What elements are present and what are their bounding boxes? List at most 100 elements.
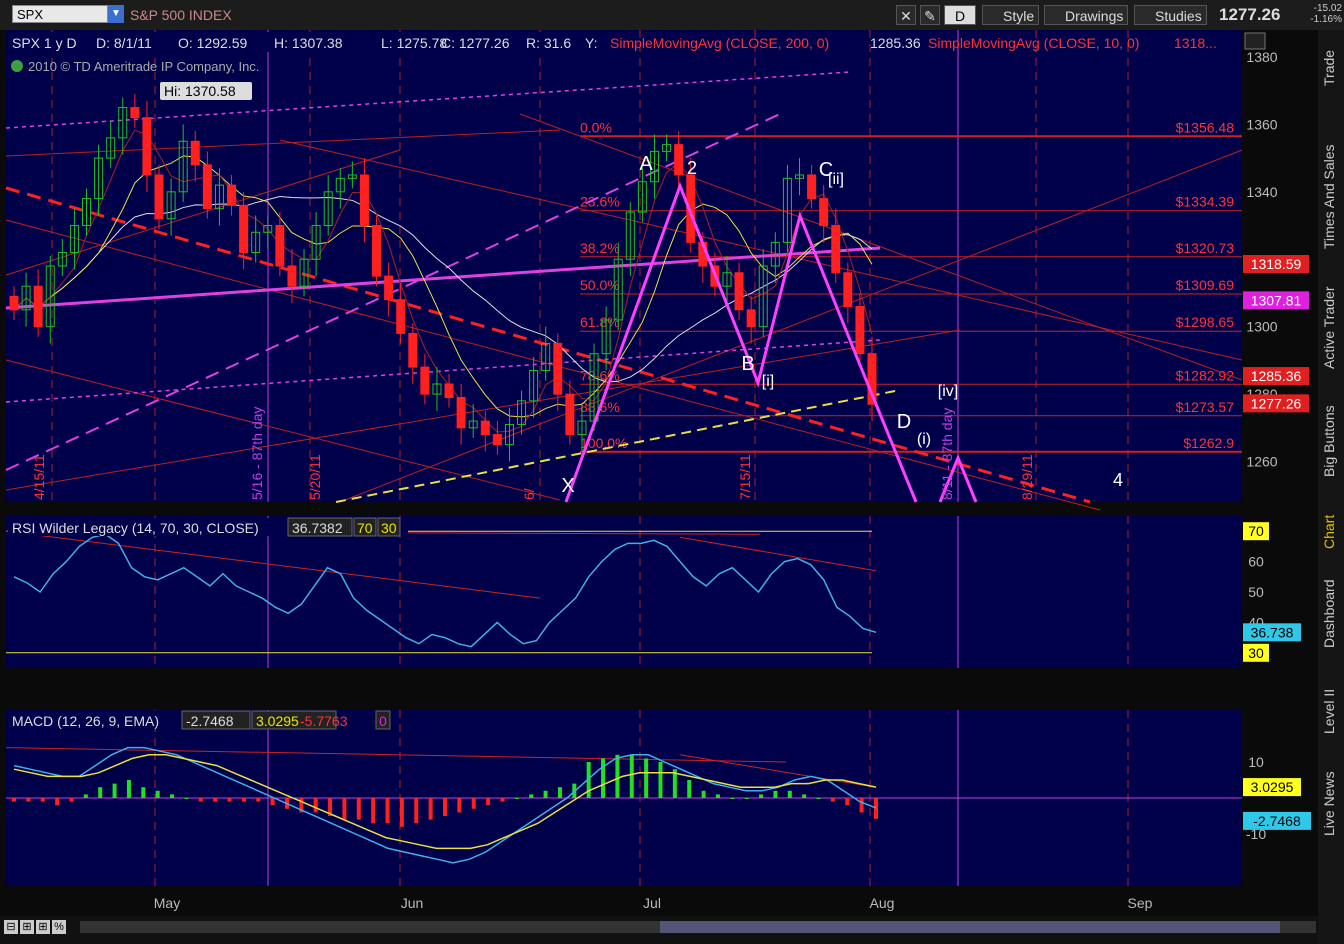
change-percent: -1.16%: [1310, 14, 1342, 25]
macd-label: MACD (12, 26, 9, EMA): [12, 713, 159, 729]
macd-histogram-bar: [443, 798, 447, 816]
rsi-label: RSI Wilder Legacy (14, 70, 30, CLOSE): [12, 520, 259, 536]
sidebar-tab-dashboard[interactable]: Dashboard: [1321, 566, 1341, 662]
y-tick-label: 1300: [1246, 319, 1277, 335]
drawings-button[interactable]: Drawings: [1044, 5, 1129, 25]
fib-price: $1282.92: [1176, 367, 1235, 383]
crosshair-icon[interactable]: ✕: [896, 5, 916, 25]
fib-price: $1334.39: [1176, 194, 1235, 210]
macd-histogram-bar: [514, 798, 519, 799]
candle: [154, 174, 164, 220]
wave-label: D: [897, 411, 911, 433]
candle: [202, 164, 212, 210]
macd-histogram-bar: [615, 754, 620, 798]
panel-settings-icon[interactable]: [1244, 32, 1266, 50]
wave-label: (i): [917, 431, 931, 448]
wave-label: [i]: [762, 373, 774, 390]
macd-histogram-bar: [486, 798, 491, 806]
fib-price: $1356.48: [1176, 119, 1235, 135]
symbol-dropdown-icon[interactable]: ▼: [108, 5, 124, 23]
candle: [819, 198, 829, 227]
x-tick-label: Aug: [870, 895, 895, 911]
rsi-value: 36.7382: [292, 520, 343, 536]
sidebar-tab-trade[interactable]: Trade: [1321, 38, 1341, 98]
macd-histogram-bar: [715, 794, 720, 798]
macd-histogram-bar: [601, 758, 606, 798]
date-label: 8/29/11: [1019, 454, 1035, 500]
rsi-tick-label: 60: [1248, 554, 1264, 570]
info-low: L: 1275.78: [381, 35, 447, 51]
rsi-plot-bg: [6, 516, 1242, 668]
rsi-tick-label: 70: [1248, 523, 1264, 539]
macd-histogram-bar: [385, 798, 390, 824]
scroll-thumb[interactable]: [660, 921, 1280, 933]
macd-histogram-bar: [356, 798, 361, 820]
macd-histogram-bar: [12, 798, 16, 802]
symbol-input[interactable]: SPX: [12, 5, 108, 23]
macd-histogram-bar: [759, 794, 764, 798]
info-open: O: 1292.59: [178, 35, 247, 51]
y-tick-label: 1340: [1246, 184, 1277, 200]
macd-histogram-bar: [658, 762, 663, 798]
wave-label: B: [741, 353, 754, 375]
macd-histogram-bar: [701, 790, 706, 798]
sidebar-tab-chart[interactable]: Chart: [1321, 504, 1341, 560]
zoom-out-icon[interactable]: ⊟: [4, 920, 18, 934]
x-tick-label: Jun: [401, 895, 424, 911]
macd-histogram-bar: [342, 798, 347, 820]
candle: [855, 305, 865, 355]
candle: [408, 332, 418, 368]
wave-label: 2: [687, 158, 697, 178]
macd-histogram-bar: [155, 790, 160, 798]
macd-histogram-bar: [141, 787, 146, 798]
chart-area[interactable]: 12601280130013201340136013800.0%$1356.48…: [0, 30, 1318, 916]
date-label: 6/: [521, 488, 537, 500]
macd-histogram-bar: [874, 798, 878, 819]
candle: [396, 299, 406, 334]
macd-histogram-bar: [543, 790, 548, 798]
fib-price: $1262.9: [1183, 435, 1234, 451]
instrument-name: S&P 500 INDEX: [130, 7, 232, 23]
y-tick-label: 1260: [1246, 454, 1277, 470]
candle: [420, 366, 430, 395]
rsi-tick-label: 30: [1248, 645, 1264, 661]
last-price: 1277.26: [1219, 5, 1281, 24]
sidebar-tab-level-ii[interactable]: Level II: [1321, 674, 1341, 748]
candle: [843, 272, 853, 307]
style-label: Style: [1003, 8, 1035, 24]
studies-label: Studies: [1155, 8, 1202, 24]
style-button[interactable]: Style: [982, 5, 1040, 25]
macd-zero: 0: [379, 713, 387, 729]
fib-label: 38.2%: [580, 240, 620, 256]
wave-label: A: [639, 153, 653, 175]
sma200-value: 1285.36: [870, 35, 921, 51]
zoom-fit-icon[interactable]: ⊞: [36, 920, 50, 934]
macd-histogram-bar: [773, 790, 778, 798]
wave-label: C: [819, 159, 833, 181]
studies-button[interactable]: Studies: [1134, 5, 1207, 25]
price-badge-label: 1318.59: [1251, 256, 1302, 272]
macd-signal: 3.0295: [256, 713, 299, 729]
period-button[interactable]: D: [944, 5, 976, 25]
x-tick-label: May: [154, 895, 180, 911]
sidebar-tab-big-buttons[interactable]: Big Buttons: [1321, 386, 1341, 496]
price-change: -15.02 -1.16%: [1298, 3, 1342, 25]
macd-histogram-bar: [313, 798, 318, 813]
price-badge-label: 1277.26: [1251, 395, 1302, 411]
fib-price: $1298.65: [1176, 314, 1235, 330]
sidebar-tab-times-and-sales[interactable]: Times And Sales: [1321, 122, 1341, 272]
macd-histogram-bar: [112, 783, 117, 798]
candle: [359, 174, 369, 227]
sidebar-tab-active-trader[interactable]: Active Trader: [1321, 278, 1341, 378]
macd-histogram-bar: [69, 798, 74, 802]
macd-histogram-bar: [428, 798, 433, 820]
percent-icon[interactable]: %: [52, 920, 66, 934]
candle: [9, 295, 19, 311]
chart-scrollbar[interactable]: [80, 921, 1316, 933]
macd-histogram-bar: [227, 798, 232, 802]
zoom-in-icon[interactable]: ⊞: [20, 920, 34, 934]
sidebar-tab-live-news[interactable]: Live News: [1321, 756, 1341, 852]
candle: [444, 383, 454, 398]
candle: [190, 140, 200, 166]
drawing-tool-icon[interactable]: ✎: [920, 5, 940, 25]
